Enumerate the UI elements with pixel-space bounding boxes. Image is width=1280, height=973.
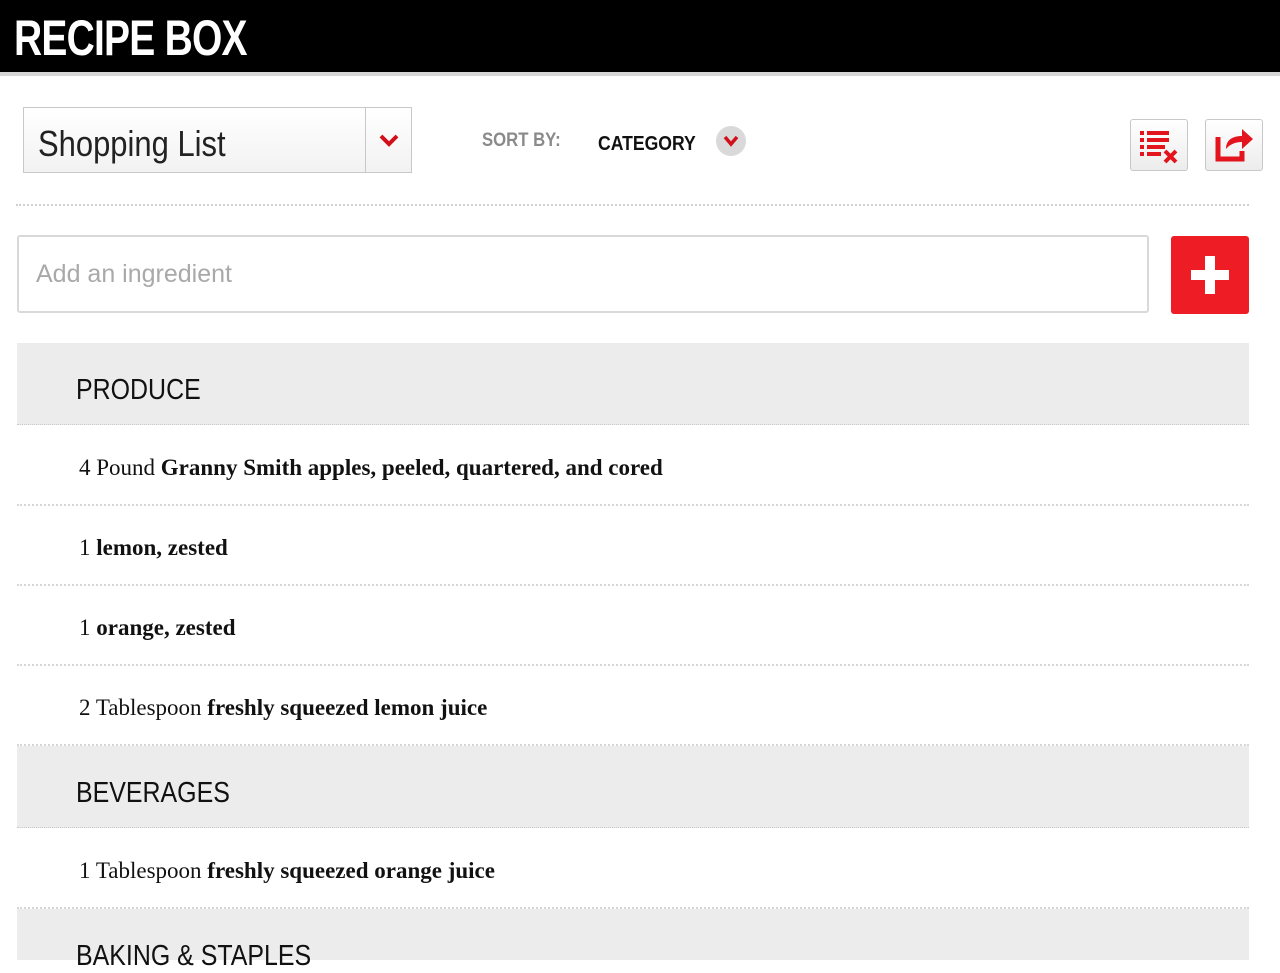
- category-title: PRODUCE: [76, 374, 201, 406]
- category-header-beverages: BEVERAGES: [17, 746, 1249, 828]
- clear-list-button[interactable]: [1130, 119, 1188, 171]
- sort-by-value[interactable]: CATEGORY: [598, 133, 696, 156]
- sort-by-label: SORT BY:: [482, 130, 561, 151]
- list-item[interactable]: 1 Tablespoon freshly squeezed orange jui…: [17, 829, 1249, 909]
- item-name: freshly squeezed lemon juice: [207, 695, 488, 720]
- item-quantity: 2 Tablespoon: [79, 695, 202, 720]
- category-title: BAKING & STAPLES: [76, 940, 312, 972]
- list-item[interactable]: 1 orange, zested: [17, 586, 1249, 666]
- item-text: 1 lemon, zested: [79, 534, 228, 562]
- app-header: RECIPE BOX: [0, 0, 1280, 76]
- list-selector-toggle[interactable]: [365, 108, 411, 172]
- list-item[interactable]: 1 lemon, zested: [17, 506, 1249, 586]
- chevron-down-icon: [379, 134, 398, 147]
- category-header-baking-staples: BAKING & STAPLES: [17, 909, 1249, 972]
- category-title: BEVERAGES: [76, 777, 230, 809]
- item-name: Granny Smith apples, peeled, quartered, …: [160, 455, 663, 480]
- share-button[interactable]: [1205, 119, 1263, 171]
- chevron-down-icon: [723, 135, 739, 147]
- item-name: lemon, zested: [96, 535, 228, 560]
- item-name: orange, zested: [96, 615, 236, 640]
- add-ingredient-button[interactable]: [1171, 236, 1249, 314]
- list-selector[interactable]: Shopping List: [23, 107, 412, 173]
- item-name: freshly squeezed orange juice: [207, 858, 495, 883]
- toolbar-divider: [16, 204, 1249, 206]
- sort-by-toggle[interactable]: [716, 126, 746, 156]
- list-item[interactable]: 4 Pound Granny Smith apples, peeled, qua…: [17, 426, 1249, 506]
- item-text: 2 Tablespoon freshly squeezed lemon juic…: [79, 694, 487, 722]
- plus-icon: [1191, 256, 1229, 294]
- item-text: 1 orange, zested: [79, 614, 236, 642]
- share-icon: [1215, 129, 1253, 162]
- add-ingredient-input[interactable]: [17, 235, 1149, 313]
- app-title: RECIPE BOX: [14, 10, 248, 66]
- item-quantity: 4 Pound: [79, 455, 156, 480]
- clear-list-icon: [1140, 131, 1178, 164]
- item-quantity: 1 Tablespoon: [79, 858, 202, 883]
- list-selector-value: Shopping List: [38, 123, 226, 164]
- category-header-produce: PRODUCE: [17, 343, 1249, 425]
- item-text: 1 Tablespoon freshly squeezed orange jui…: [79, 857, 495, 885]
- item-quantity: 1: [79, 535, 91, 560]
- item-text: 4 Pound Granny Smith apples, peeled, qua…: [79, 454, 663, 482]
- item-quantity: 1: [79, 615, 91, 640]
- list-item[interactable]: 2 Tablespoon freshly squeezed lemon juic…: [17, 666, 1249, 746]
